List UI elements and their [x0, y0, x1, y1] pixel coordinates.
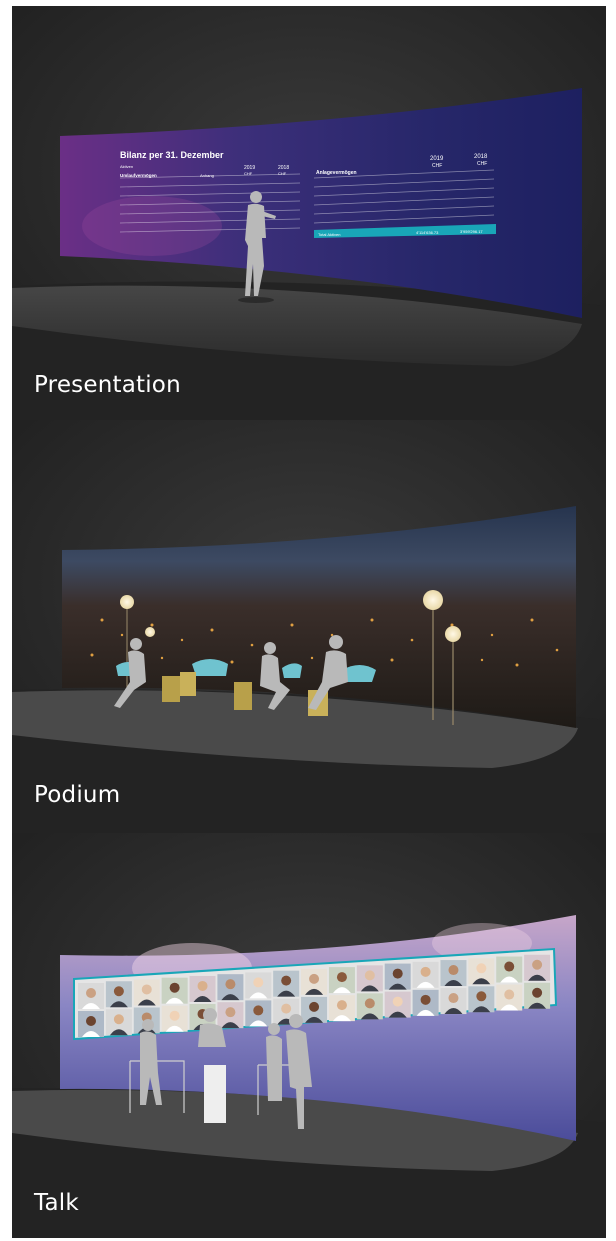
- participant-tile: [217, 974, 244, 1001]
- participant-tile: [301, 996, 328, 1023]
- slide-left-note: Anhang: [200, 173, 214, 178]
- slide-title: Bilanz per 31. Dezember: [120, 150, 224, 160]
- slide-right-year-1: 2019: [430, 156, 444, 162]
- presentation-scene: Bilanz per 31. Dezember Aktiven Umlaufve…: [12, 6, 606, 420]
- presentation-panel: Bilanz per 31. Dezember Aktiven Umlaufve…: [12, 6, 606, 420]
- participant-tile: [217, 1002, 244, 1029]
- slide-left-unit-2: CHF: [278, 171, 287, 176]
- participant-tile: [412, 989, 439, 1016]
- participant-tile: [440, 988, 467, 1015]
- participant-tile: [245, 1000, 272, 1027]
- slide-total-value-2: 3'959'296.17: [460, 229, 483, 234]
- participant-tile: [161, 1005, 188, 1032]
- lectern: [204, 1065, 226, 1123]
- slide-left-header: Aktiven: [120, 164, 133, 169]
- talk-panel: Talk: [12, 833, 606, 1238]
- participant-tile: [328, 995, 355, 1022]
- participant-tile: [384, 991, 411, 1018]
- participant-tile: [412, 961, 439, 988]
- slide-right-header: Anlagevermögen: [316, 170, 357, 176]
- podium-panel: Podium: [12, 420, 606, 833]
- slide-right-unit-1: CHF: [432, 163, 442, 169]
- participant-tile: [524, 954, 551, 981]
- slide-right-year-2: 2018: [474, 154, 488, 160]
- participant-tile: [440, 960, 467, 987]
- participant-tile: [356, 965, 383, 992]
- podium-scene: [12, 420, 606, 833]
- participant-tile: [496, 984, 523, 1011]
- participant-tile: [133, 979, 160, 1006]
- slide-left-unit-1: CHF: [244, 171, 253, 176]
- caption-talk: Talk: [34, 1190, 79, 1216]
- participant-tile: [356, 993, 383, 1020]
- slide-total-value-1: 4'114'636.73: [416, 230, 439, 235]
- caption-podium: Podium: [34, 782, 121, 808]
- slide-left-section: Umlaufvermögen: [120, 173, 157, 178]
- participant-tile: [328, 967, 355, 994]
- participant-tile: [245, 972, 272, 999]
- participant-tile: [78, 983, 104, 1009]
- participant-tile: [301, 968, 328, 995]
- participant-tile: [105, 981, 132, 1008]
- participant-tile: [496, 956, 523, 983]
- participant-tile: [524, 982, 551, 1009]
- participant-tile: [468, 958, 495, 985]
- participant-tile: [105, 1009, 132, 1036]
- participant-tile: [273, 970, 300, 997]
- caption-presentation: Presentation: [34, 372, 181, 398]
- participant-tile: [384, 963, 411, 990]
- talk-scene: [12, 833, 606, 1238]
- participant-tile: [468, 986, 495, 1013]
- participant-tile: [189, 975, 216, 1002]
- slide-total-label: Total Aktiven: [318, 232, 340, 237]
- slide-right-unit-2: CHF: [477, 161, 487, 167]
- participant-tile: [161, 977, 188, 1004]
- participant-tile: [78, 1011, 104, 1037]
